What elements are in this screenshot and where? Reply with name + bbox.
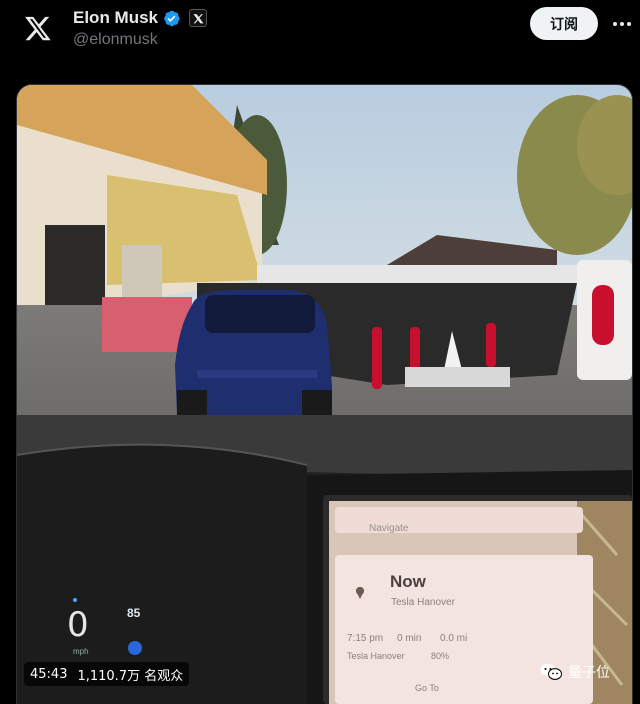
- more-options-icon[interactable]: [610, 14, 634, 34]
- nav-go-button: Go To: [415, 683, 439, 693]
- nav-destination: Tesla Hanover: [391, 597, 455, 608]
- author-name-row[interactable]: Elon Musk: [73, 8, 208, 28]
- video-frame: [17, 85, 632, 704]
- video-meta-overlay: 45:43 1,110.7万 名观众: [24, 662, 190, 686]
- watermark: 量子位: [540, 662, 610, 682]
- wechat-icon: [540, 663, 562, 680]
- video-player[interactable]: Navigate Now Tesla Hanover 7:15 pm 0 min…: [16, 84, 633, 704]
- author-name[interactable]: Elon Musk: [73, 8, 158, 28]
- nav-battery: 80%: [431, 651, 450, 661]
- x-logo-icon[interactable]: [22, 14, 54, 42]
- video-duration: 45:43: [30, 666, 68, 682]
- nav-minutes: 0 min: [397, 633, 422, 644]
- watermark-text: 量子位: [568, 665, 610, 681]
- video-views: 1,110.7万 名观众: [77, 668, 184, 684]
- nav-search-field: Navigate: [369, 523, 409, 534]
- verified-badge-icon: [164, 10, 180, 26]
- speedometer-value: 0: [67, 605, 89, 645]
- nav-time: 7:15 pm: [347, 633, 384, 644]
- speed-limit: 85: [127, 606, 141, 620]
- nav-distance: 0.0 mi: [440, 633, 468, 644]
- speed-unit: mph: [73, 647, 89, 656]
- x-affiliate-badge-icon: [189, 9, 208, 27]
- author-handle[interactable]: @elonmusk: [73, 31, 158, 49]
- subscribe-button[interactable]: 订阅: [530, 7, 598, 40]
- nav-now-label: Now: [390, 572, 426, 591]
- nav-destination-repeat: Tesla Hanover: [347, 651, 405, 661]
